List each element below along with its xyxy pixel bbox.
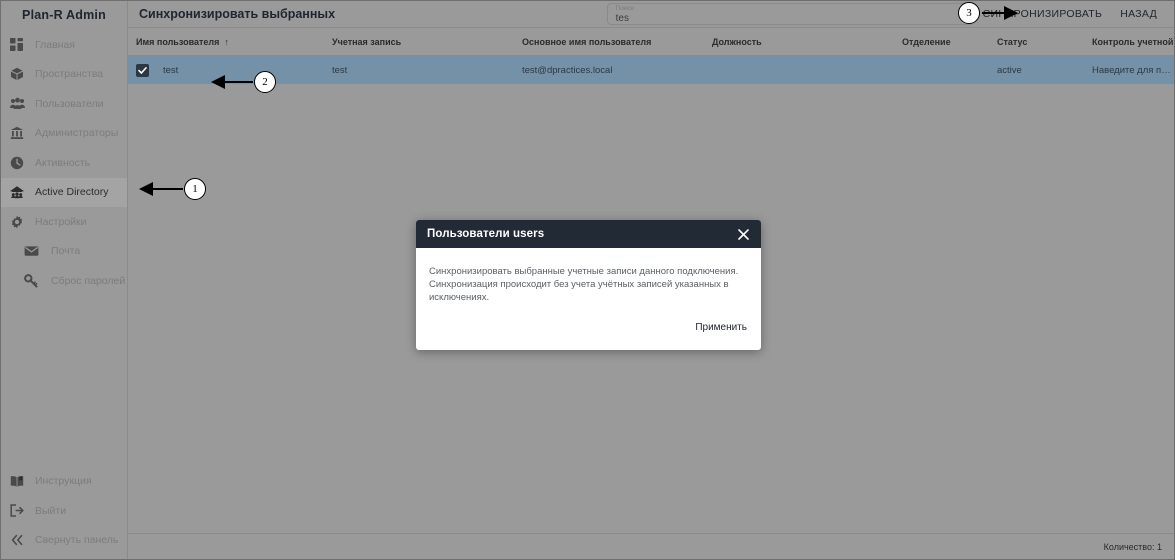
column-header-account-control[interactable]: Контроль учетной зап… (1092, 37, 1174, 47)
column-header-status[interactable]: Статус (997, 37, 1092, 47)
clock-icon (9, 155, 25, 171)
record-count: Количество: 1 (1103, 541, 1162, 552)
column-label: Учетная запись (332, 36, 402, 47)
column-label: Имя пользователя (136, 36, 220, 47)
search-input[interactable]: Поиск tes (606, 3, 974, 25)
book-icon (9, 473, 25, 489)
table-cell-name-text: test (163, 64, 179, 76)
active-directory-icon (9, 184, 25, 200)
sidebar-item-label: Пользователи (35, 97, 104, 110)
column-header-name[interactable]: Имя пользователя ↑ (136, 37, 332, 47)
search-label: Поиск (615, 5, 634, 12)
sync-confirmation-dialog: Пользователи users Синхронизировать выбр… (416, 220, 761, 350)
table-cell-status: active (997, 64, 1022, 76)
sidebar-item-label: Инструкция (35, 475, 92, 488)
dialog-title: Пользователи users (427, 228, 545, 240)
sidebar-item-aktivnost[interactable]: Активность (1, 148, 127, 178)
sidebar-item-label: Почта (51, 245, 81, 258)
chevrons-left-icon (9, 532, 25, 548)
sidebar-item-label: Активность (35, 156, 91, 169)
dialog-body: Синхронизировать выбранные учетные запис… (416, 248, 761, 304)
dashboard-icon (9, 37, 25, 53)
sidebar-item-glavnaya[interactable]: Главная (1, 30, 127, 60)
bank-icon (9, 125, 25, 141)
logout-icon (9, 503, 25, 519)
cube-icon (9, 66, 25, 82)
page-title: Синхронизировать выбранных (139, 7, 336, 21)
sidebar-nav: Главная Пространства Пользователи Админи… (1, 28, 127, 296)
column-header-upn[interactable]: Основное имя пользователя (522, 37, 712, 47)
sidebar-item-vyyti[interactable]: Выйти (1, 496, 127, 526)
table-cell-name: test (136, 63, 332, 77)
column-label: Должность (712, 36, 762, 47)
column-label: Контроль учетной зап… (1092, 36, 1174, 47)
sidebar-item-prostranstva[interactable]: Пространства (1, 60, 127, 90)
column-header-position[interactable]: Должность (712, 37, 902, 47)
sidebar-item-label: Администраторы (35, 127, 119, 140)
app-window: Plan-R Admin Главная Пространства Пользо… (0, 0, 1175, 560)
column-label: Статус (997, 36, 1028, 47)
back-button[interactable]: НАЗАД (1111, 8, 1166, 20)
table-footer: Количество: 1 (128, 533, 1174, 559)
sidebar-item-instrukciya[interactable]: Инструкция (1, 467, 127, 497)
top-bar: Синхронизировать выбранных Поиск tes СИН… (128, 1, 1174, 28)
sidebar-item-polzovateli[interactable]: Пользователи (1, 89, 127, 119)
dialog-header: Пользователи users (416, 220, 761, 248)
users-group-icon (9, 96, 25, 112)
sidebar-item-label: Сброс паролей (51, 274, 126, 287)
close-icon[interactable] (735, 226, 751, 242)
table-cell-account-control[interactable]: Наведите для просмотра (1092, 65, 1174, 76)
top-bar-actions: Поиск tes СИНХРОНИЗИРОВАТЬ НАЗАД (606, 3, 1166, 25)
table-cell-upn: test@dpractices.local (522, 64, 613, 76)
column-label: Отделение (902, 36, 951, 47)
sort-ascending-icon: ↑ (224, 36, 229, 47)
apply-button[interactable]: Применить (695, 322, 747, 333)
mail-icon (23, 243, 39, 259)
sidebar-item-collapse-panel[interactable]: Свернуть панель (1, 526, 127, 556)
column-header-account[interactable]: Учетная запись (332, 37, 522, 47)
sidebar-item-nastroyki[interactable]: Настройки (1, 207, 127, 237)
sidebar-item-label: Пространства (35, 68, 104, 81)
sync-button[interactable]: СИНХРОНИЗИРОВАТЬ (974, 8, 1112, 20)
sidebar-item-pochta[interactable]: Почта (1, 237, 127, 267)
app-brand: Plan-R Admin (22, 7, 106, 22)
dialog-footer: Применить (416, 304, 761, 350)
sidebar-item-label: Выйти (35, 504, 67, 517)
sidebar-bottom-nav: Инструкция Выйти Свернуть панель (1, 467, 127, 560)
sidebar-item-label: Настройки (35, 215, 87, 228)
key-icon (23, 273, 39, 289)
gear-icon (9, 214, 25, 230)
dialog-message: Синхронизировать выбранные учетные запис… (429, 266, 739, 303)
table-row[interactable]: test test test@dpractices.local active Н… (128, 56, 1174, 84)
column-header-department[interactable]: Отделение (902, 37, 997, 47)
table-header-row: Имя пользователя ↑ Учетная запись Основн… (128, 28, 1174, 56)
sidebar-item-active-directory[interactable]: Active Directory (1, 177, 127, 207)
check-icon (138, 66, 147, 74)
sidebar: Plan-R Admin Главная Пространства Пользо… (1, 1, 128, 559)
sidebar-item-sbros-paroley[interactable]: Сброс паролей (1, 266, 127, 296)
sidebar-item-label: Главная (35, 38, 75, 51)
sidebar-item-administratory[interactable]: Администраторы (1, 119, 127, 149)
table-row-checkbox[interactable] (136, 63, 149, 77)
search-value: tes (615, 13, 629, 24)
sidebar-item-label: Active Directory (35, 186, 109, 199)
sidebar-item-label: Свернуть панель (35, 534, 119, 547)
table-cell-account: test (332, 64, 348, 76)
column-label: Основное имя пользователя (522, 36, 652, 47)
